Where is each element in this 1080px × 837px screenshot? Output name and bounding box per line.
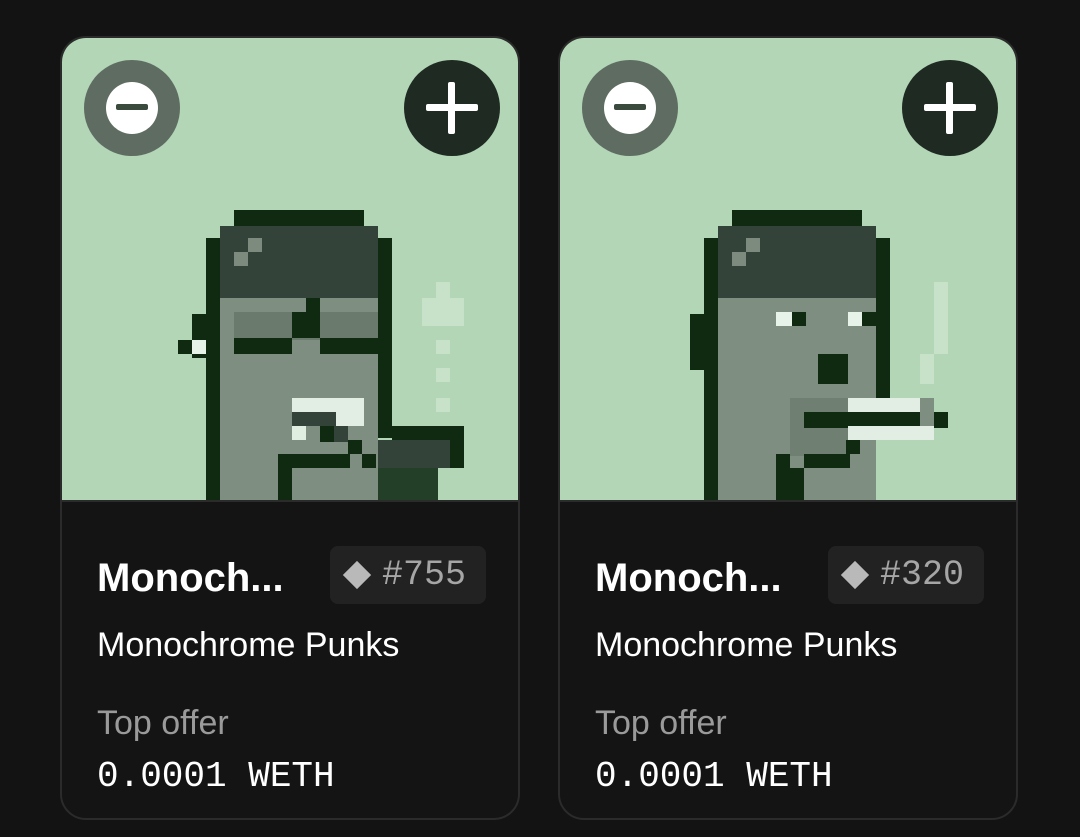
top-offer-value: 0.0001 WETH (595, 756, 833, 797)
minus-circle-icon (106, 82, 158, 134)
nft-name[interactable]: Monoch... (97, 556, 284, 601)
top-offer-label: Top offer (97, 704, 229, 742)
minus-circle-icon (604, 82, 656, 134)
collection-name[interactable]: Monochrome Punks (97, 626, 399, 665)
top-offer-value: 0.0001 WETH (97, 756, 335, 797)
add-to-cart-button[interactable] (902, 60, 998, 156)
nft-name[interactable]: Monoch... (595, 556, 782, 601)
diamond-icon (342, 560, 372, 590)
remove-button[interactable] (84, 60, 180, 156)
token-id-badge: #320 (828, 546, 984, 604)
add-to-cart-button[interactable] (404, 60, 500, 156)
nft-artwork[interactable] (560, 38, 1016, 500)
token-id: #755 (382, 555, 467, 595)
token-id-badge: #755 (330, 546, 486, 604)
remove-button[interactable] (582, 60, 678, 156)
diamond-icon (840, 560, 870, 590)
collection-name[interactable]: Monochrome Punks (595, 626, 897, 665)
token-id: #320 (880, 555, 965, 595)
nft-card-320[interactable]: Monoch... #320 Monochrome Punks Top offe… (558, 36, 1018, 820)
nft-card-755[interactable]: Monoch... #755 Monochrome Punks Top offe… (60, 36, 520, 820)
nft-artwork[interactable] (62, 38, 518, 500)
top-offer-label: Top offer (595, 704, 727, 742)
